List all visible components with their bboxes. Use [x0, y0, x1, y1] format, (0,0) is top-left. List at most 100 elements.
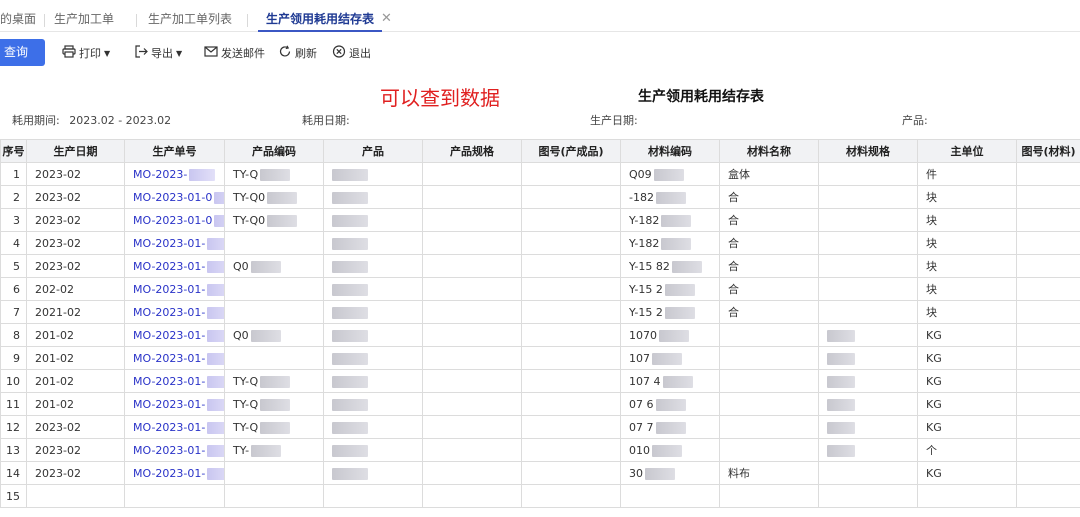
cell-order-number[interactable]: MO-2023-01- — [124, 369, 225, 393]
send-mail-button[interactable]: 发送邮件 — [204, 45, 265, 61]
cell-product-code — [224, 277, 324, 301]
cell-drawing-no — [521, 162, 621, 186]
cell-index-value: 5 — [13, 259, 20, 273]
cell-index-value: 1 — [13, 167, 20, 181]
redacted-mark — [251, 444, 282, 457]
cell-order-number[interactable]: MO-2023-01- — [124, 323, 225, 347]
col-header[interactable]: 生产单号 — [124, 139, 225, 163]
cell-material-code: 07 7 — [620, 415, 720, 439]
table-row[interactable]: 15 — [0, 484, 1080, 508]
cell-index-value: 15 — [6, 489, 20, 503]
cell-order-number-value: MO-2023- — [133, 167, 188, 181]
col-header[interactable]: 图号(材料) — [1016, 139, 1080, 163]
table-row[interactable]: 4 2023-02 MO-2023-01- Y-182 合 块 — [0, 231, 1080, 255]
cell-material-name — [719, 369, 819, 393]
cell-order-number[interactable]: MO-2023-01- — [124, 461, 225, 485]
table-row[interactable]: 1 2023-02 MO-2023- TY-Q Q09 盒体 件 — [0, 162, 1080, 186]
col-header[interactable]: 材料编码 — [620, 139, 720, 163]
table-row[interactable]: 10 201-02 MO-2023-01- TY-Q 107 4 KG — [0, 369, 1080, 393]
cell-material-name: 合 — [719, 300, 819, 324]
cell-production-date-value: 201-02 — [35, 374, 74, 388]
cell-drawing-no — [521, 277, 621, 301]
cell-material-code: 07 6 — [620, 392, 720, 416]
table-row[interactable]: 5 2023-02 MO-2023-01- Q0 Y-15 82 合 块 — [0, 254, 1080, 278]
consume-date-filter: 耗用日期: — [302, 114, 350, 127]
cell-order-number[interactable]: MO-2023- — [124, 162, 225, 186]
table-row[interactable]: 11 201-02 MO-2023-01- TY-Q 07 6 KG — [0, 392, 1080, 416]
cell-material-name — [719, 392, 819, 416]
export-label: 导出 — [151, 47, 173, 60]
cell-material-name-value: 合 — [728, 191, 739, 204]
query-hint: 可以查到数据 — [380, 86, 500, 110]
table-row[interactable]: 2 2023-02 MO-2023-01-0 TY-Q0 -182 合 块 — [0, 185, 1080, 209]
cell-unit: KG — [917, 369, 1017, 393]
table-row[interactable]: 3 2023-02 MO-2023-01-0 TY-Q0 Y-182 合 块 — [0, 208, 1080, 232]
cell-order-number[interactable]: MO-2023-01- — [124, 277, 225, 301]
cell-order-number[interactable]: MO-2023-01- — [124, 392, 225, 416]
cell-production-date: 2023-02 — [26, 162, 125, 186]
cell-product — [323, 231, 423, 255]
cell-order-number[interactable]: MO-2023-01- — [124, 300, 225, 324]
cell-product-code-value: Q0 — [233, 259, 249, 273]
query-button[interactable]: 查询 — [0, 39, 45, 66]
cell-order-number[interactable]: MO-2023-01- — [124, 346, 225, 370]
close-icon[interactable]: ✕ — [381, 11, 392, 26]
redacted-mark — [655, 421, 686, 434]
cell-production-date: 2023-02 — [26, 231, 125, 255]
table-row[interactable]: 7 2021-02 MO-2023-01- Y-15 2 合 块 — [0, 300, 1080, 324]
tab-divider — [247, 14, 248, 27]
cell-material-spec — [818, 438, 918, 462]
cell-order-number[interactable]: MO-2023-01-0 — [124, 208, 225, 232]
col-header[interactable]: 产品规格 — [422, 139, 522, 163]
cell-production-date-value: 2023-02 — [35, 259, 81, 273]
col-header[interactable]: 材料规格 — [818, 139, 918, 163]
col-header[interactable]: 序号 — [0, 139, 27, 163]
print-button[interactable]: 打印 ▼ — [62, 45, 110, 61]
col-header[interactable]: 材料名称 — [719, 139, 819, 163]
table-row[interactable]: 13 2023-02 MO-2023-01- TY- 010 个 — [0, 438, 1080, 462]
tab-material-report[interactable]: 生产领用耗用结存表 — [258, 0, 383, 32]
col-header[interactable]: 图号(产成品) — [521, 139, 621, 163]
cell-unit-value: 块 — [926, 306, 937, 319]
cell-material-code: Y-15 82 — [620, 254, 720, 278]
cell-production-date: 2021-02 — [26, 300, 125, 324]
cell-order-number[interactable]: MO-2023-01- — [124, 415, 225, 439]
exit-button[interactable]: 退出 — [332, 45, 371, 61]
cell-order-number[interactable]: MO-2023-01- — [124, 438, 225, 462]
tab-production-order[interactable]: 生产加工单 — [54, 0, 114, 32]
col-header[interactable]: 生产日期 — [26, 139, 125, 163]
cell-material-code-value: 010 — [629, 443, 650, 457]
refresh-button[interactable]: 刷新 — [278, 45, 317, 61]
cell-production-date: 2023-02 — [26, 438, 125, 462]
tab-desktop[interactable]: 的桌面 — [0, 0, 36, 32]
cell-product-code-value: TY-Q0 — [233, 190, 266, 204]
col-header[interactable]: 产品编码 — [224, 139, 324, 163]
cell-order-number[interactable]: MO-2023-01- — [124, 254, 225, 278]
table-row[interactable]: 9 201-02 MO-2023-01- 107 KG — [0, 346, 1080, 370]
cell-index: 4 — [0, 231, 27, 255]
cell-material-code: Y-182 — [620, 231, 720, 255]
cell-order-number-value: MO-2023-01- — [133, 259, 206, 273]
table-row[interactable]: 6 202-02 MO-2023-01- Y-15 2 合 块 — [0, 277, 1080, 301]
tab-production-order-list[interactable]: 生产加工单列表 — [148, 0, 232, 32]
cell-product-code — [224, 484, 324, 508]
period-value: 2023.02 - 2023.02 — [69, 114, 172, 127]
cell-order-number[interactable] — [124, 484, 225, 508]
redacted-mark — [207, 421, 224, 434]
table-row[interactable]: 12 2023-02 MO-2023-01- TY-Q 07 7 KG — [0, 415, 1080, 439]
table-row[interactable]: 14 2023-02 MO-2023-01- 30 料布 KG — [0, 461, 1080, 485]
cell-order-number-value: MO-2023-01- — [133, 282, 206, 296]
col-header[interactable]: 主单位 — [917, 139, 1017, 163]
table-row[interactable]: 8 201-02 MO-2023-01- Q0 1070 KG — [0, 323, 1080, 347]
cell-material-name — [719, 415, 819, 439]
cell-material-code-value: 30 — [629, 466, 643, 480]
export-button[interactable]: 导出 ▼ — [134, 45, 182, 61]
col-header[interactable]: 产品 — [323, 139, 423, 163]
cell-order-number-value: MO-2023-01- — [133, 236, 206, 250]
cell-order-number[interactable]: MO-2023-01- — [124, 231, 225, 255]
cell-material-code-value: Y-182 — [629, 236, 660, 250]
cell-order-number[interactable]: MO-2023-01-0 — [124, 185, 225, 209]
cell-product-spec — [422, 323, 522, 347]
cell-material-drawing-no — [1016, 346, 1080, 370]
export-icon — [134, 45, 148, 63]
